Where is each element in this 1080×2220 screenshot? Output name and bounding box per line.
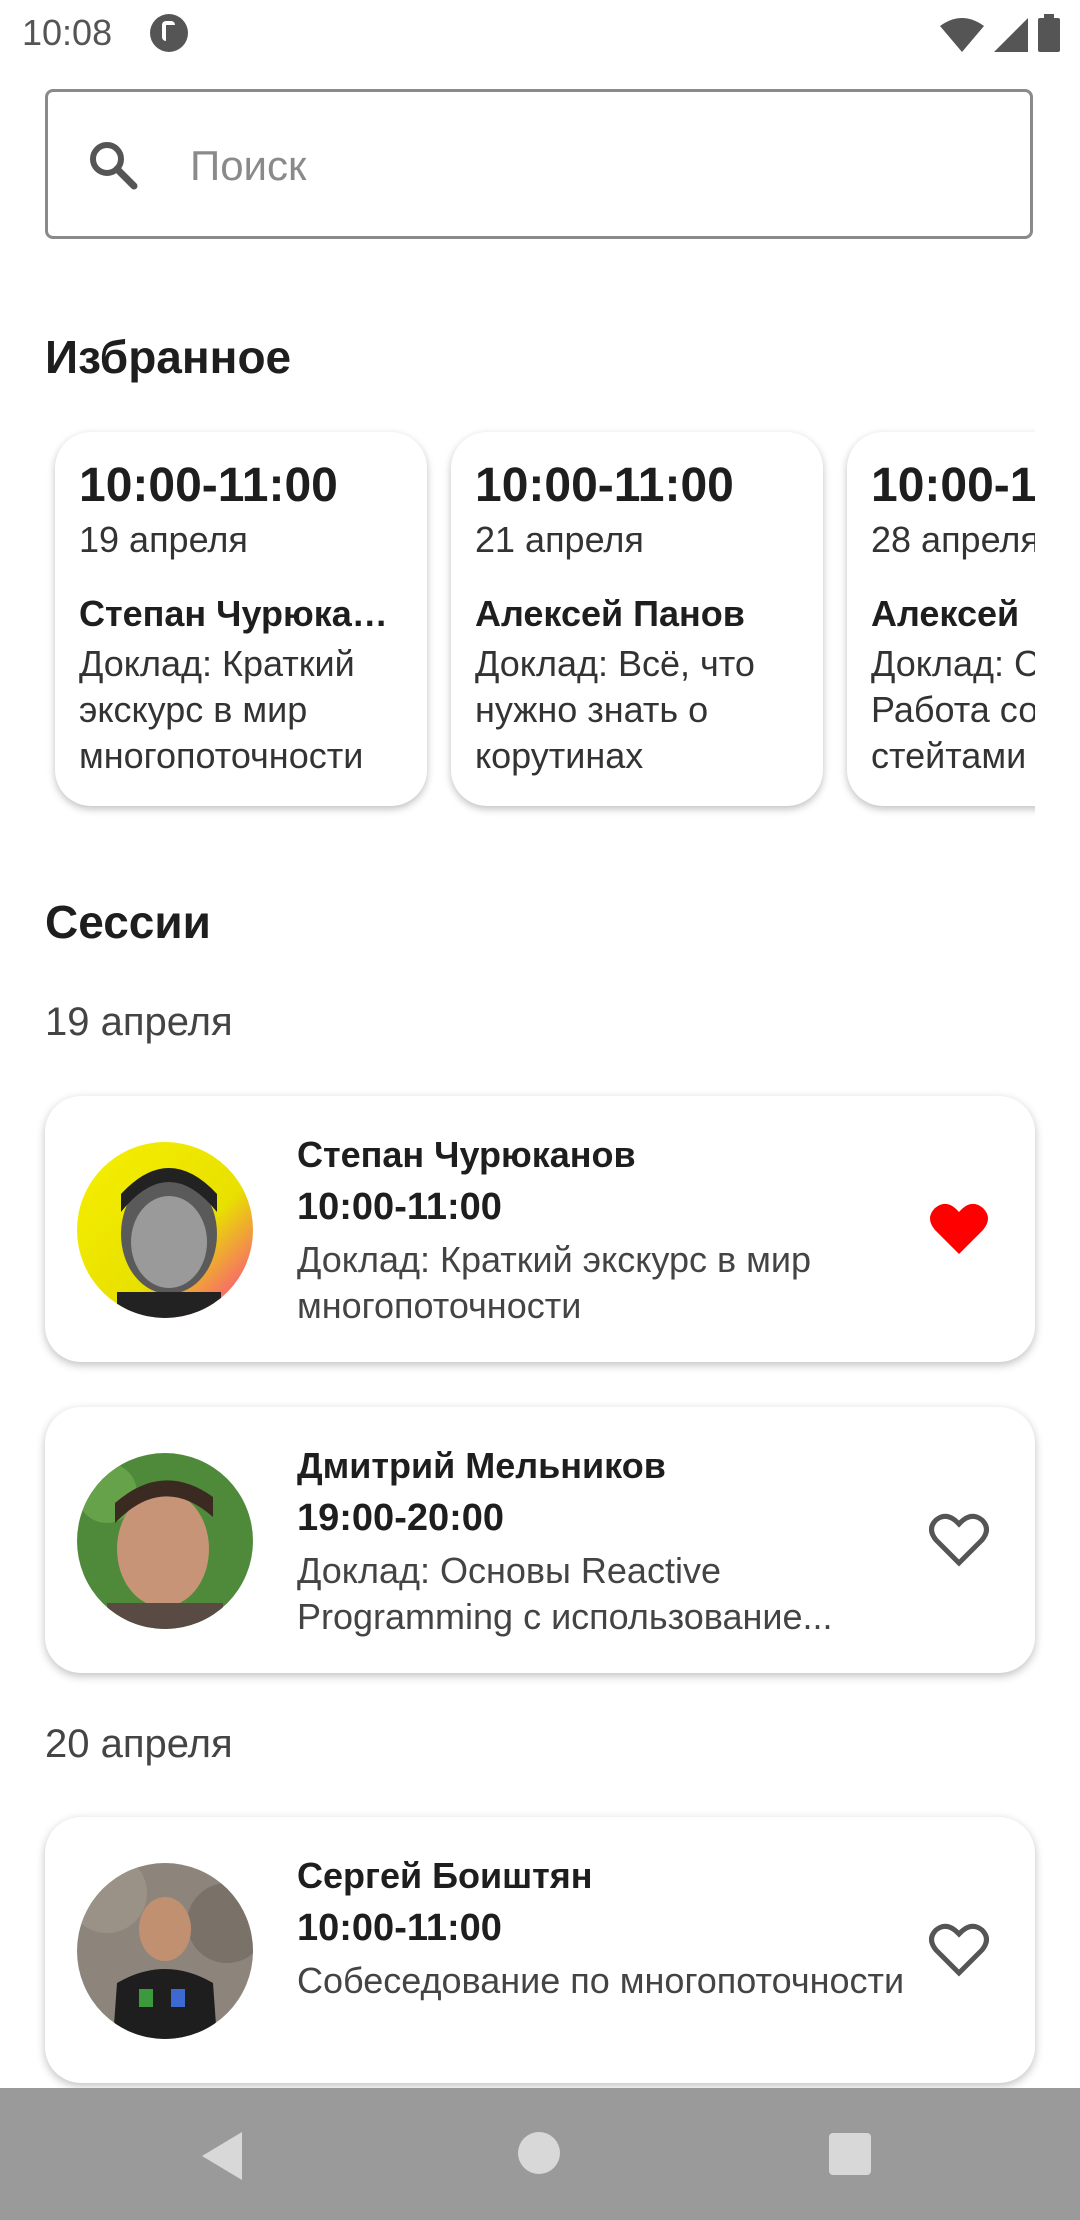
- heart-filled-icon[interactable]: [929, 1200, 989, 1256]
- favorite-card[interactable]: 10:00-11:00 19 апреля Степан Чурюканов Д…: [55, 432, 427, 806]
- status-bar: 10:08: [0, 0, 1080, 66]
- app-notification-icon: [150, 14, 188, 52]
- avatar: [77, 1142, 253, 1318]
- search-placeholder: Поиск: [190, 142, 307, 189]
- session-speaker: Степан Чурюканов: [297, 1134, 636, 1175]
- session-talk: Доклад: Краткий экскурс в мир многопоточ…: [297, 1239, 811, 1326]
- favorite-talk: Доклад: Краткий экскурс в мир многопоточ…: [79, 643, 364, 776]
- session-speaker: Сергей Боиштян: [297, 1855, 593, 1896]
- session-date-header: 19 апреля: [45, 1000, 233, 1044]
- session-time: 10:00-11:00: [297, 1186, 502, 1228]
- session-card[interactable]: Дмитрий Мельников 19:00-20:00 Доклад: Ос…: [45, 1407, 1035, 1673]
- recents-icon[interactable]: [829, 2133, 871, 2175]
- favorite-date: 19 апреля: [79, 519, 248, 560]
- session-speaker: Дмитрий Мельников: [297, 1445, 666, 1486]
- signal-icon: [994, 18, 1028, 52]
- favorite-date: 28 апреля: [871, 519, 1035, 560]
- back-icon[interactable]: [202, 2132, 242, 2180]
- session-talk: Доклад: Основы Reactive Programming с ис…: [297, 1550, 833, 1637]
- favorite-talk: Доклад: С... Работа со стейтами: [871, 643, 1035, 776]
- session-card[interactable]: Сергей Боиштян 10:00-11:00 Собеседование…: [45, 1817, 1035, 2083]
- navigation-bar: [0, 2088, 1080, 2220]
- session-time: 10:00-11:00: [297, 1907, 502, 1949]
- battery-icon: [1038, 14, 1060, 52]
- favorite-talk: Доклад: Всё, что нужно знать о корутинах: [475, 643, 755, 776]
- favorite-speaker: Степан Чурюканов: [79, 593, 403, 634]
- search-icon: [90, 142, 138, 190]
- home-icon[interactable]: [518, 2132, 560, 2174]
- session-card[interactable]: Степан Чурюканов 10:00-11:00 Доклад: Кра…: [45, 1096, 1035, 1362]
- favorite-card[interactable]: 10:00-11:00 28 апреля Алексей Доклад: С.…: [847, 432, 1035, 806]
- session-talk: Собеседование по многопоточности: [297, 1960, 905, 2001]
- avatar: [77, 1863, 253, 2039]
- heart-outline-icon[interactable]: [929, 1921, 989, 1977]
- favorites-title: Избранное: [45, 331, 292, 383]
- favorite-date: 21 апреля: [475, 519, 644, 560]
- favorite-card[interactable]: 10:00-11:00 21 апреля Алексей Панов Докл…: [451, 432, 823, 806]
- favorite-speaker: Алексей: [871, 593, 1020, 634]
- favorite-time: 10:00-11:00: [871, 459, 1035, 512]
- search-input[interactable]: Поиск: [45, 89, 1033, 239]
- session-date-header: 20 апреля: [45, 1722, 233, 1766]
- heart-outline-icon[interactable]: [929, 1511, 989, 1567]
- favorite-speaker: Алексей Панов: [475, 593, 745, 634]
- status-time: 10:08: [22, 12, 113, 53]
- favorites-carousel[interactable]: 10:00-11:00 19 апреля Степан Чурюканов Д…: [45, 420, 1035, 820]
- status-icons: [940, 14, 1060, 52]
- favorite-time: 10:00-11:00: [79, 459, 338, 512]
- avatar: [77, 1453, 253, 1629]
- session-time: 19:00-20:00: [297, 1497, 505, 1539]
- favorite-time: 10:00-11:00: [475, 459, 734, 512]
- wifi-icon: [940, 18, 984, 52]
- sessions-title: Сессии: [45, 896, 211, 948]
